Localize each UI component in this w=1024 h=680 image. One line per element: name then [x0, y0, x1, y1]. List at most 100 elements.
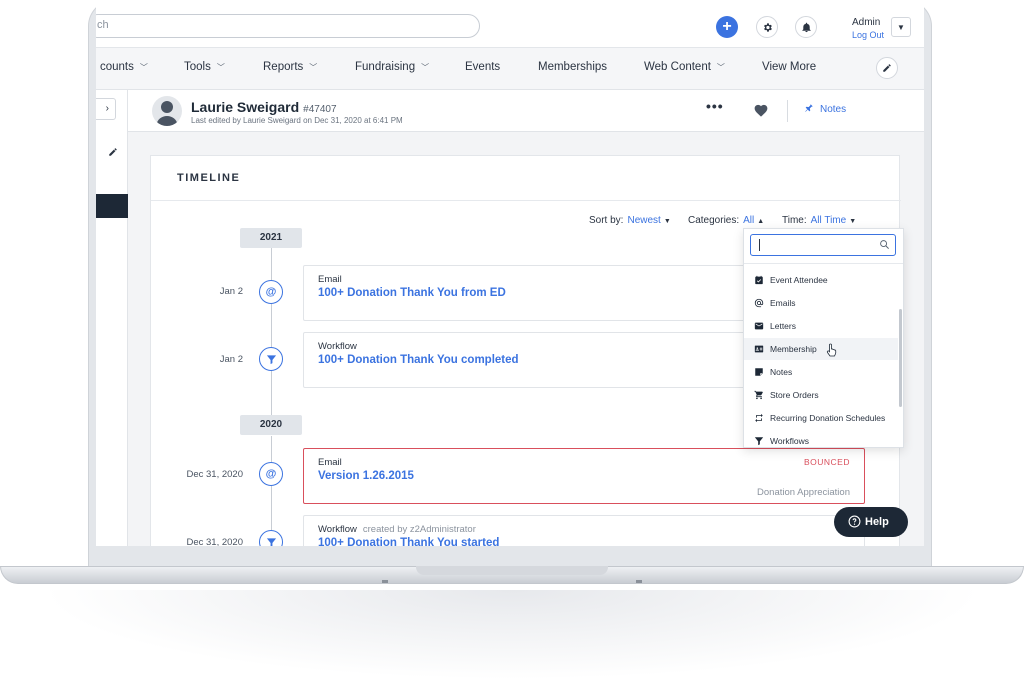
dropdown-scrollbar[interactable]: [899, 309, 902, 407]
favorite-button[interactable]: [753, 103, 769, 122]
question-circle-icon: [848, 515, 861, 528]
entry-date: Jan 2: [219, 354, 243, 365]
contact-name: Laurie Sweigard #47407: [191, 99, 337, 115]
at-icon: [754, 298, 764, 308]
nav-events[interactable]: Events: [465, 61, 500, 73]
chevron-down-icon: ﹀: [309, 63, 318, 72]
admin-name: Admin: [852, 17, 881, 28]
chevron-down-icon: ﹀: [421, 63, 430, 72]
edit-nav-button[interactable]: [876, 57, 898, 79]
notes-label: Notes: [820, 104, 847, 115]
chevron-down-icon: ﹀: [716, 63, 725, 72]
nav-label: counts: [100, 61, 134, 73]
global-search-input[interactable]: ch: [96, 14, 480, 38]
nav-tools[interactable]: Tools ﹀: [184, 61, 225, 73]
filter-icon: [259, 347, 283, 371]
nav-label: Memberships: [538, 61, 608, 73]
notes-button[interactable]: Notes: [804, 103, 846, 115]
recurring-icon: [755, 413, 763, 423]
main-nav: counts ﹀ Tools ﹀ Reports ﹀ Fundraising ﹀ Eve…: [96, 48, 924, 90]
entry-created-by: created by z2Administrator: [362, 524, 476, 535]
status-badge: BOUNCED: [803, 457, 850, 467]
time-value: All Time: [810, 215, 847, 226]
timeline-entry[interactable]: Email BOUNCED Version 1.26.2015 Donation…: [303, 448, 865, 504]
timeline-entry[interactable]: Workflow created by z2Administrator 100+ …: [303, 515, 865, 546]
caret-down-icon: ▼: [849, 218, 857, 225]
category-option[interactable]: Workflows: [744, 430, 898, 447]
pin-icon: [805, 104, 813, 112]
last-edited-text: Last edited by Laurie Sweigard on Dec 31…: [191, 116, 403, 125]
category-option[interactable]: Store Orders: [744, 384, 898, 406]
pencil-icon: [109, 148, 117, 156]
divider: [787, 100, 788, 122]
nav-reports[interactable]: Reports ﹀: [263, 61, 317, 73]
entry-title-link[interactable]: 100+ Donation Thank You from ED: [318, 287, 506, 299]
category-option[interactable]: Recurring Donation Schedules: [744, 407, 898, 429]
time-control[interactable]: Time: All Time ▼: [782, 215, 856, 226]
sidebar-edit-button[interactable]: [108, 144, 118, 162]
laptop-foot: [636, 580, 642, 583]
year-badge: 2020: [240, 415, 302, 435]
caret-down-icon: ▼: [897, 23, 905, 32]
id-card-icon: [754, 345, 764, 353]
sort-control[interactable]: Sort by: Newest ▼: [589, 215, 671, 226]
top-bar: ch + Admin Log Out ▼: [96, 0, 924, 48]
categories-value: All: [743, 215, 755, 226]
settings-button[interactable]: [756, 16, 778, 38]
chevron-down-icon: ﹀: [139, 63, 148, 72]
account-menu-button[interactable]: ▼: [891, 17, 911, 37]
entry-type: Email: [318, 457, 342, 468]
entry-type: Email: [318, 274, 342, 285]
sort-label: Sort by:: [589, 215, 624, 226]
category-option[interactable]: Event Attendee: [744, 269, 898, 291]
entry-type-text: Workflow: [318, 524, 357, 535]
logout-link[interactable]: Log Out: [852, 30, 884, 40]
category-option[interactable]: Notes: [744, 361, 898, 383]
nav-label: Events: [465, 61, 501, 73]
nav-web-content[interactable]: Web Content ﹀: [644, 61, 725, 73]
sidebar-toggle-button[interactable]: ›: [96, 98, 116, 120]
entry-title-link[interactable]: 100+ Donation Thank You completed: [318, 354, 519, 366]
more-actions-button[interactable]: •••: [706, 98, 724, 114]
add-new-button[interactable]: +: [716, 16, 738, 38]
category-label: Event Attendee: [770, 275, 828, 285]
filter-icon: [259, 530, 283, 546]
at-icon: @: [259, 462, 283, 486]
entry-date: Jan 2: [219, 286, 243, 297]
nav-label: Reports: [263, 61, 304, 73]
category-label: Emails: [770, 298, 796, 308]
chevron-down-icon: ﹀: [216, 63, 225, 72]
category-label: Letters: [770, 321, 796, 331]
sidebar-active-item[interactable]: [96, 194, 128, 218]
categories-control[interactable]: Categories: All ▲: [688, 215, 764, 226]
search-icon: [880, 240, 889, 249]
cart-icon: [754, 390, 763, 400]
entry-category: Donation Appreciation: [757, 487, 850, 498]
laptop-shadow: [40, 590, 984, 680]
entry-type: Workflow: [318, 341, 357, 352]
filter-icon: [754, 437, 764, 446]
nav-fundraising[interactable]: Fundraising ﹀: [355, 61, 429, 73]
nav-label: View More: [762, 61, 817, 73]
nav-accounts[interactable]: counts ﹀: [100, 61, 148, 73]
categories-label: Categories:: [688, 215, 740, 226]
nav-memberships[interactable]: Memberships: [538, 61, 607, 73]
profile-header: Laurie Sweigard #47407 Last edited by Lau…: [128, 90, 924, 132]
entry-title-link[interactable]: 100+ Donation Thank You started: [318, 537, 499, 546]
category-option[interactable]: Letters: [744, 315, 898, 337]
category-option-hovered[interactable]: Membership: [744, 338, 898, 360]
gear-icon: [763, 23, 772, 32]
nav-view-more[interactable]: View More: [762, 61, 816, 73]
category-label: Recurring Donation Schedules: [770, 413, 886, 423]
entry-title-link[interactable]: Version 1.26.2015: [318, 470, 414, 482]
notifications-button[interactable]: [795, 16, 817, 38]
category-option[interactable]: Emails: [744, 292, 898, 314]
hand-pointer-icon: [826, 343, 837, 357]
user-silhouette-icon: [156, 101, 178, 126]
laptop-notch: [416, 566, 608, 575]
help-button[interactable]: Help: [834, 507, 908, 537]
divider: [744, 263, 903, 264]
pencil-icon: [883, 64, 891, 72]
help-label: Help: [865, 516, 889, 528]
category-search-input[interactable]: [750, 234, 896, 256]
